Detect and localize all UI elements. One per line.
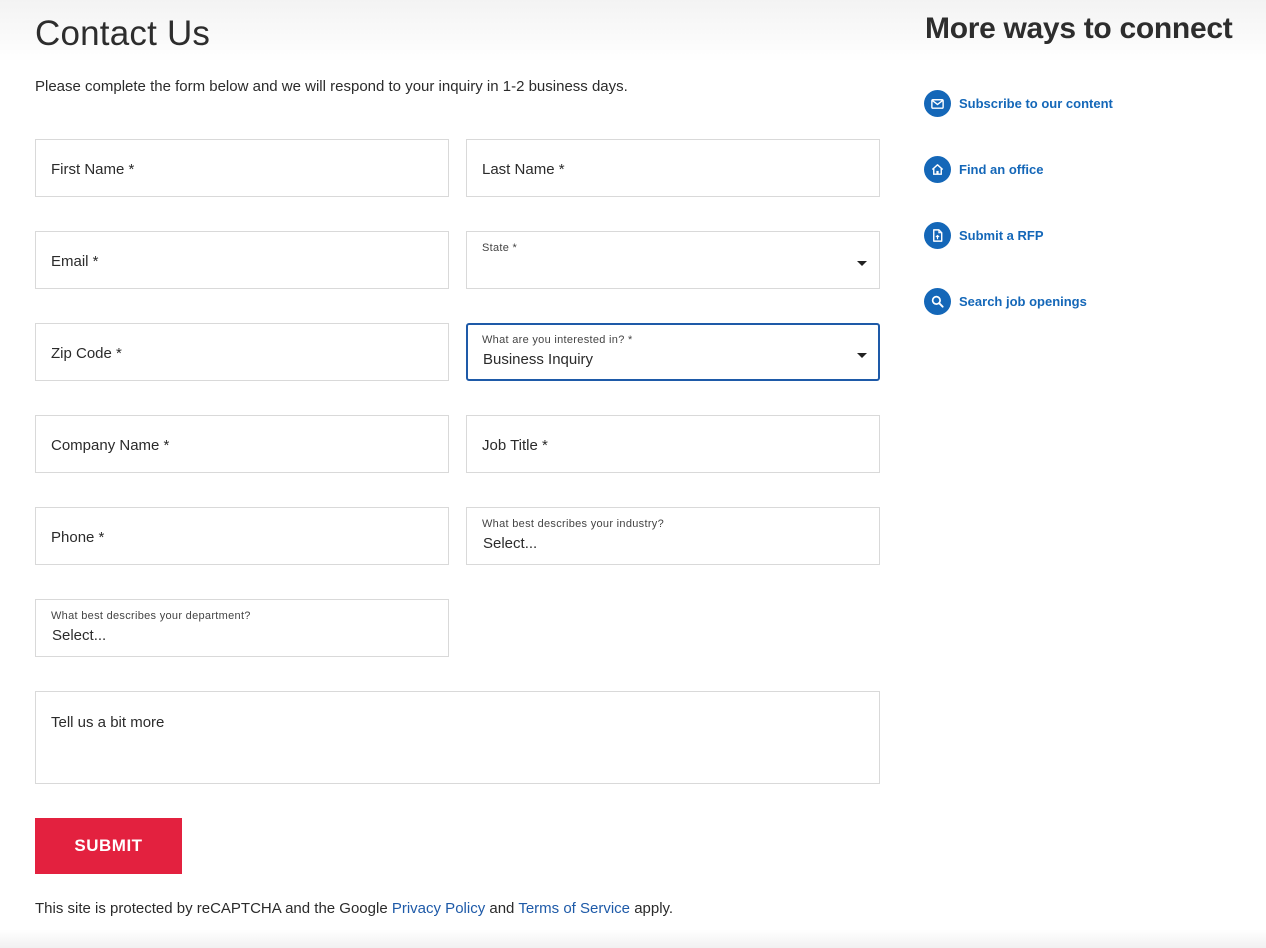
footer-edge: [0, 930, 1266, 948]
submit-rfp-label: Submit a RFP: [959, 227, 1044, 243]
email-placeholder: Email *: [51, 253, 99, 270]
department-select[interactable]: What best describes your department? Sel…: [35, 599, 449, 657]
submit-rfp-link[interactable]: Submit a RFP: [924, 221, 1044, 249]
legal-and: and: [489, 900, 515, 917]
zip-code-placeholder: Zip Code *: [51, 345, 122, 362]
interest-value: Business Inquiry: [483, 351, 594, 368]
message-placeholder: Tell us a bit more: [51, 714, 165, 731]
state-label: State *: [482, 242, 518, 254]
subscribe-label: Subscribe to our content: [959, 95, 1113, 111]
submit-button[interactable]: SUBMIT: [35, 818, 182, 874]
privacy-policy-link[interactable]: Privacy Policy: [392, 900, 485, 917]
form-intro: Please complete the form below and we wi…: [35, 78, 628, 95]
phone-placeholder: Phone *: [51, 529, 105, 546]
mail-icon: [924, 89, 951, 117]
interest-label: What are you interested in? *: [482, 334, 633, 346]
legal-prefix: This site is protected by reCAPTCHA and …: [35, 900, 388, 917]
zip-code-field[interactable]: Zip Code *: [35, 323, 449, 381]
email-field[interactable]: Email *: [35, 231, 449, 289]
phone-field[interactable]: Phone *: [35, 507, 449, 565]
home-icon: [924, 155, 951, 183]
interest-select[interactable]: What are you interested in? * Business I…: [466, 323, 880, 381]
department-label: What best describes your department?: [51, 610, 251, 622]
industry-value: Select...: [483, 535, 538, 552]
company-name-field[interactable]: Company Name *: [35, 415, 449, 473]
document-icon: [924, 221, 951, 249]
page-title: Contact Us: [35, 14, 211, 53]
state-select[interactable]: State *: [466, 231, 880, 289]
legal-suffix: apply.: [634, 900, 674, 917]
message-textarea[interactable]: Tell us a bit more: [35, 691, 880, 784]
find-office-link[interactable]: Find an office: [924, 155, 1044, 183]
first-name-placeholder: First Name *: [51, 161, 135, 178]
find-office-label: Find an office: [959, 161, 1044, 177]
job-title-placeholder: Job Title *: [482, 437, 548, 454]
subscribe-link[interactable]: Subscribe to our content: [924, 89, 1113, 117]
first-name-field[interactable]: First Name *: [35, 139, 449, 197]
last-name-placeholder: Last Name *: [482, 161, 565, 178]
industry-label: What best describes your industry?: [482, 518, 664, 530]
last-name-field[interactable]: Last Name *: [466, 139, 880, 197]
industry-select[interactable]: What best describes your industry? Selec…: [466, 507, 880, 565]
search-icon: [924, 287, 951, 315]
chevron-down-icon: [857, 261, 867, 266]
department-value: Select...: [52, 627, 107, 644]
recaptcha-notice: This site is protected by reCAPTCHA and …: [35, 900, 673, 917]
chevron-down-icon: [857, 353, 867, 358]
job-title-field[interactable]: Job Title *: [466, 415, 880, 473]
company-name-placeholder: Company Name *: [51, 437, 170, 454]
terms-of-service-link[interactable]: Terms of Service: [518, 900, 630, 917]
search-jobs-link[interactable]: Search job openings: [924, 287, 1087, 315]
search-jobs-label: Search job openings: [959, 293, 1087, 309]
sidebar-title: More ways to connect: [925, 12, 1233, 45]
